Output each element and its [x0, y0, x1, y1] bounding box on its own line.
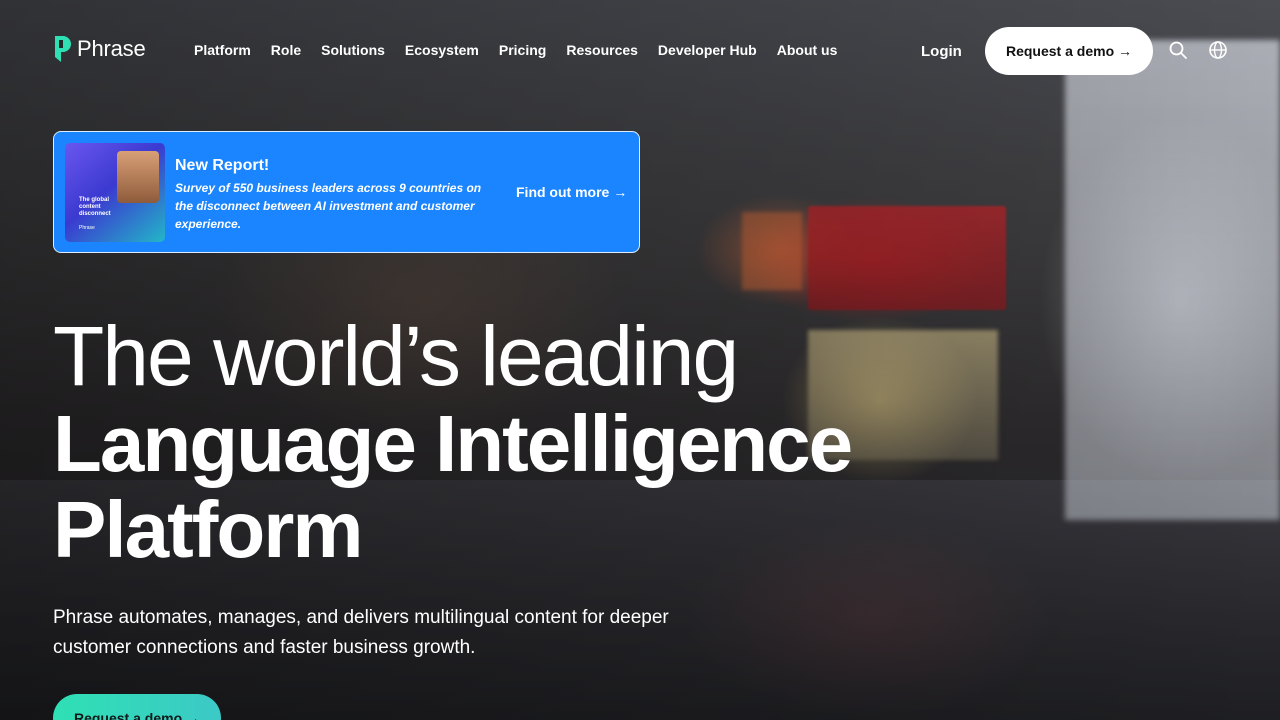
logo[interactable]: Phrase [53, 36, 146, 62]
logo-text: Phrase [77, 36, 146, 61]
nav-item-ecosystem[interactable]: Ecosystem [405, 42, 479, 58]
hero-request-demo-button[interactable]: Request a demo → [53, 694, 221, 720]
report-thumbnail-photo [117, 151, 159, 203]
report-thumbnail-brand: Phrase [79, 225, 95, 231]
phrase-logo-icon [55, 36, 71, 62]
hero-heading-line-2: Language Intelligence [53, 399, 853, 488]
nav-item-resources[interactable]: Resources [566, 42, 638, 58]
search-icon[interactable] [1168, 40, 1188, 60]
login-link[interactable]: Login [921, 43, 962, 60]
globe-icon[interactable] [1208, 40, 1228, 60]
top-navigation: Phrase Platform Role Solutions Ecosystem… [0, 0, 1280, 100]
report-description: Survey of 550 business leaders across 9 … [175, 181, 482, 231]
nav-item-role[interactable]: Role [271, 42, 301, 58]
nav-item-about-us[interactable]: About us [777, 42, 838, 58]
page: Phrase Platform Role Solutions Ecosystem… [0, 0, 1280, 720]
hero-subtitle: Phrase automates, manages, and delivers … [53, 607, 669, 658]
hero-heading-line-1: The world’s leading [53, 309, 739, 403]
report-thumbnail-title: The global content disconnect [79, 197, 111, 217]
report-thumbnail: The global content disconnect Phrase [65, 143, 165, 242]
request-demo-button[interactable]: Request a demo → [985, 27, 1153, 75]
nav-item-pricing[interactable]: Pricing [499, 42, 546, 58]
main-menu: Platform Role Solutions Ecosystem Pricin… [194, 42, 837, 58]
nav-item-developer-hub[interactable]: Developer Hub [658, 42, 757, 58]
report-title: New Report! [175, 157, 270, 174]
hero-heading-line-3: Platform [53, 485, 363, 574]
new-report-banner[interactable]: The global content disconnect Phrase New… [53, 131, 640, 253]
find-out-more-link[interactable]: Find out more → [516, 184, 627, 200]
nav-item-solutions[interactable]: Solutions [321, 42, 385, 58]
nav-item-platform[interactable]: Platform [194, 42, 251, 58]
